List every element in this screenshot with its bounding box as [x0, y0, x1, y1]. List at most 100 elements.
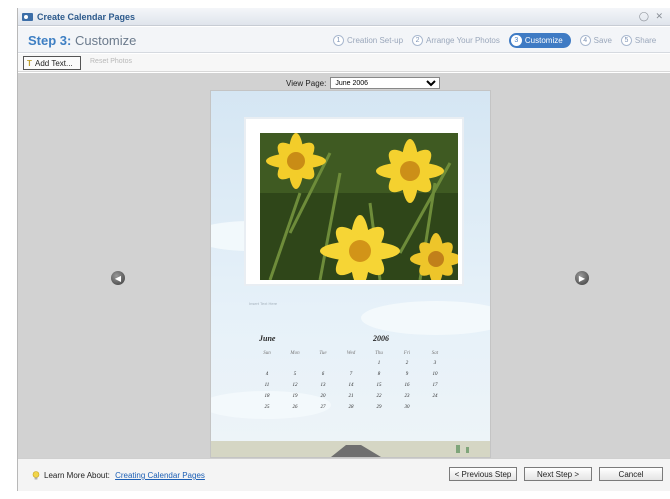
flower-photo[interactable]: [260, 133, 458, 280]
calendar-day: 15: [376, 383, 382, 388]
previous-step-button[interactable]: < Previous Step: [449, 467, 517, 481]
calendar-day: 20: [320, 394, 326, 399]
calendar-day: 27: [320, 405, 326, 410]
calendar-week-row: 1 2 3: [253, 358, 449, 369]
lightbulb-icon: [32, 471, 40, 480]
calendar-day: [309, 358, 337, 369]
wizard-step-customize[interactable]: 3 Customize: [508, 32, 571, 48]
weekday-header: Tue: [319, 350, 327, 356]
page-preview-area: View Page: June 2006 ◀ ▶ Insert Text Her…: [18, 73, 670, 458]
weekday-header: Wed: [346, 350, 356, 356]
weekday-header: Fri: [403, 350, 411, 356]
calendar-day: 25: [264, 405, 270, 410]
calendar-day: 2: [405, 361, 409, 366]
wizard-step-label: Save: [593, 35, 612, 45]
window-controls[interactable]: ◯ ✕: [639, 11, 665, 22]
calendar-day: 18: [264, 394, 270, 399]
calendar-day: [253, 358, 281, 369]
calendar-day: 26: [292, 405, 298, 410]
calendar-table: Sun Mon Tue Wed Thu Fri Sat 1 2 3 4 5 6 …: [253, 348, 449, 413]
step-number-icon: 3: [510, 34, 522, 46]
title-bar: Create Calendar Pages ◯ ✕: [18, 8, 670, 26]
calendar-day: 10: [432, 372, 438, 377]
step-number-icon: 2: [412, 34, 424, 46]
view-page-control: View Page: June 2006: [286, 77, 441, 89]
calendar-day: 3: [433, 361, 437, 366]
view-page-label: View Page:: [286, 78, 327, 88]
calendar-day: [281, 358, 309, 369]
next-page-arrow-icon[interactable]: ▶: [575, 271, 589, 285]
creating-calendar-pages-link[interactable]: Creating Calendar Pages: [115, 471, 205, 480]
wizard-step-creation-setup[interactable]: 1 Creation Set-up: [333, 34, 404, 46]
next-step-button[interactable]: Next Step >: [524, 467, 592, 481]
wizard-step-label: Share: [634, 35, 657, 45]
calendar-day: 28: [348, 405, 354, 410]
cloud-shape: [361, 301, 490, 335]
calendar-day: 19: [292, 394, 298, 399]
step-number-icon: 1: [333, 34, 344, 46]
calendar-day: [337, 358, 365, 369]
calendar-week-row: 25 26 27 28 29 30: [253, 402, 449, 413]
step-number: Step 3:: [28, 33, 72, 48]
calendar-day: [421, 402, 449, 413]
calendar-page: Insert Text Here June 2006 Sun Mon Tue W…: [210, 90, 491, 458]
calendar-day: 7: [349, 372, 353, 377]
calendar-day: 29: [376, 405, 382, 410]
weekday-row: Sun Mon Tue Wed Thu Fri Sat: [253, 348, 449, 358]
calendar-day: 17: [432, 383, 438, 388]
app-icon: [22, 13, 33, 21]
calendar-day: 5: [293, 372, 297, 377]
step-title: Step 3: Customize: [28, 33, 136, 48]
step-number-icon: 5: [620, 34, 632, 46]
calendar-week-row: 4 5 6 7 8 9 10: [253, 369, 449, 380]
weekday-header: Thu: [375, 350, 383, 356]
wizard-steps: 1 Creation Set-up 2 Arrange Your Photos …: [333, 32, 665, 48]
learn-more-label: Learn More About:: [44, 471, 110, 480]
calendar-day: 8: [377, 372, 381, 377]
calendar-day: 21: [348, 394, 354, 399]
calendar-year: 2006: [373, 334, 389, 343]
caption-text[interactable]: Insert Text Here: [249, 301, 277, 306]
calendar-day: 11: [264, 383, 270, 388]
calendar-day: 4: [265, 372, 269, 377]
calendar-day: 13: [320, 383, 326, 388]
landscape-strip: [211, 441, 490, 457]
weekday-header: Sat: [431, 350, 439, 356]
add-text-button[interactable]: T Add Text...: [23, 56, 81, 70]
wizard-step-label: Creation Set-up: [347, 35, 404, 45]
learn-more: Learn More About: Creating Calendar Page…: [44, 471, 205, 480]
calendar-day: 22: [376, 394, 382, 399]
calendar-week-row: 18 19 20 21 22 23 24: [253, 391, 449, 402]
wizard-step-arrange-photos[interactable]: 2 Arrange Your Photos: [412, 34, 500, 46]
calendar-day: 23: [404, 394, 410, 399]
calendar-day: 12: [292, 383, 298, 388]
reset-photos-button[interactable]: Reset Photos: [90, 58, 132, 65]
cancel-button[interactable]: Cancel: [599, 467, 663, 481]
add-text-label: Add Text...: [35, 58, 73, 68]
toolbar: T Add Text... Reset Photos: [18, 54, 670, 72]
footer-bar: Learn More About: Creating Calendar Page…: [18, 458, 670, 491]
wizard-step-share[interactable]: 5 Share: [620, 34, 657, 46]
calendar-day: 14: [348, 383, 354, 388]
photo-stamp-frame[interactable]: [246, 119, 462, 284]
weekday-header: Sun: [263, 350, 271, 356]
weekday-header: Mon: [290, 350, 300, 356]
calendar-day: 16: [404, 383, 410, 388]
calendar-week-row: 11 12 13 14 15 16 17: [253, 380, 449, 391]
wizard-step-save[interactable]: 4 Save: [579, 34, 612, 46]
wizard-step-label: Arrange Your Photos: [426, 35, 500, 45]
calendar-day: 9: [405, 372, 409, 377]
window-title: Create Calendar Pages: [37, 12, 136, 22]
step-name: Customize: [74, 33, 137, 48]
calendar-day: 1: [377, 361, 381, 366]
calendar-day: 24: [432, 394, 438, 399]
calendar-month: June: [259, 334, 276, 343]
calendar-day: 6: [321, 372, 325, 377]
calendar-day: 30: [404, 405, 410, 410]
step-header: Step 3: Customize 1 Creation Set-up 2 Ar…: [18, 27, 670, 53]
previous-page-arrow-icon[interactable]: ◀: [111, 271, 125, 285]
view-page-select[interactable]: June 2006: [330, 77, 441, 89]
text-tool-icon: T: [27, 58, 32, 68]
step-number-icon: 4: [579, 34, 591, 46]
create-calendar-window: Create Calendar Pages ◯ ✕ Step 3: Custom…: [17, 8, 670, 491]
